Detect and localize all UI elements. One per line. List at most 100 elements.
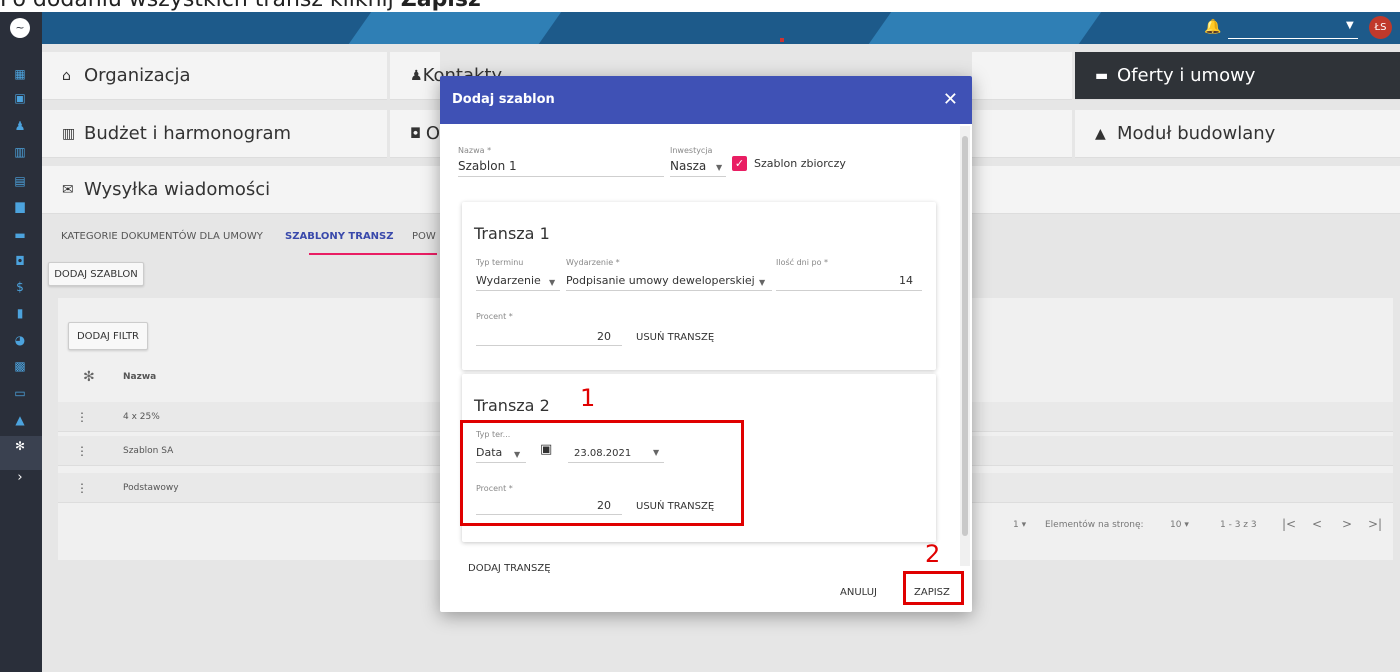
tile-organizacja[interactable]: ⌂ Organizacja [42, 52, 387, 100]
tile-label: Budżet i harmonogram [84, 123, 292, 144]
event-underline [566, 290, 772, 291]
top-bar: 🔔 ▼ ŁS [0, 12, 1400, 44]
tile-label: Oferty i umowy [1117, 65, 1256, 86]
folder-icon[interactable]: ▬ [13, 229, 27, 241]
pie-chart-icon[interactable]: ◕ [13, 334, 27, 346]
header-band [348, 12, 562, 44]
avatar[interactable]: ŁS [1369, 16, 1392, 39]
dollar-icon[interactable]: $ [13, 281, 27, 293]
gear-icon[interactable]: ✻ [13, 440, 27, 452]
days-after-input[interactable]: 14 [899, 274, 913, 287]
tile-label: Organizacja [84, 65, 191, 86]
more-vertical-icon[interactable]: ⋮ [76, 444, 88, 458]
scrollbar-thumb[interactable] [962, 136, 968, 536]
chevron-down-icon[interactable]: ▼ [716, 163, 722, 172]
last-page-icon[interactable]: >| [1368, 517, 1382, 531]
chevron-down-icon[interactable]: ▼ [1346, 20, 1354, 31]
add-template-button[interactable]: DODAJ SZABLON [48, 262, 144, 286]
tile-label: Moduł budowlany [1117, 123, 1276, 144]
project-select[interactable] [1228, 38, 1358, 39]
collective-checkbox[interactable]: ✓ [732, 156, 747, 171]
card-icon[interactable]: ▭ [13, 387, 27, 399]
term-type-label: Typ terminu [476, 258, 524, 267]
home-icon: ⌂ [62, 67, 71, 84]
instruction-caption: Po dodaniu wszystkich transz kliknij Zap… [0, 0, 1400, 12]
per-page-label: Elementów na stronę: [1045, 520, 1144, 530]
tile-budzet[interactable]: ▥ Budżet i harmonogram [42, 110, 387, 158]
add-filter-button[interactable]: DODAJ FILTR [68, 322, 148, 350]
more-vertical-icon[interactable]: ⋮ [76, 481, 88, 495]
tranche-1-card: Transza 1 Typ terminu Wydarzenie ▼ Wydar… [462, 202, 936, 370]
collective-label: Szablon zbiorczy [754, 157, 846, 170]
per-page-select[interactable]: 10 ▾ [1170, 520, 1189, 530]
pager-per-page: 10 [1170, 520, 1182, 530]
column-header-name[interactable]: Nazwa [123, 372, 156, 382]
event-label: Wydarzenie * [566, 258, 620, 267]
page-number-select[interactable]: 1 ▾ [1013, 520, 1026, 530]
subtabs: KATEGORIE DOKUMENTÓW DLA UMOWY SZABLONY … [42, 215, 462, 255]
tab-underline [309, 253, 437, 255]
tile-label: Wysyłka wiadomości [84, 179, 271, 200]
building-icon[interactable]: ▥ [13, 146, 27, 158]
tile-produkty[interactable] [972, 52, 1072, 100]
tile-partial[interactable]: ◘ O [390, 110, 440, 158]
days-after-underline [776, 290, 922, 291]
prev-page-icon[interactable]: < [1312, 517, 1322, 531]
gear-icon[interactable]: ✻ [83, 369, 95, 385]
cancel-button[interactable]: ANULUJ [840, 587, 877, 598]
warning-icon: ▲ [1095, 125, 1106, 142]
tile-wysylka[interactable]: ✉ Wysyłka wiadomości [42, 166, 440, 214]
next-page-icon[interactable]: > [1342, 517, 1352, 531]
warning-icon[interactable]: ▲ [13, 414, 27, 426]
name-input[interactable]: Szablon 1 [458, 159, 517, 173]
tab-kategorie[interactable]: KATEGORIE DOKUMENTÓW DLA UMOWY [61, 231, 263, 242]
tile-hidden[interactable] [972, 110, 1072, 158]
highlight-box-save [903, 571, 964, 605]
header-band [868, 12, 1102, 44]
caption-prefix: Po dodaniu wszystkich transz kliknij [0, 0, 401, 12]
bell-icon[interactable]: 🔔 [1204, 19, 1221, 35]
investment-select[interactable]: Nasza [670, 159, 706, 173]
percent-input[interactable]: 20 [597, 330, 611, 343]
bar-chart-icon[interactable]: ▩ [13, 360, 27, 372]
chevron-right-icon[interactable]: › [13, 471, 27, 484]
users-icon[interactable]: ♟ [13, 120, 27, 132]
logo-icon[interactable]: ~ [10, 18, 30, 38]
user-icon: ♟ [410, 67, 423, 84]
pager-range: 1 - 3 z 3 [1220, 520, 1257, 530]
briefcase-icon[interactable]: ▆ [13, 200, 27, 212]
tile-oferty[interactable]: ▬ Oferty i umowy [1075, 52, 1400, 100]
row-name: 4 x 25% [123, 412, 160, 422]
tile-kontakty[interactable]: ♟Kontakty [390, 52, 502, 100]
close-icon[interactable]: ✕ [943, 89, 958, 110]
file-icon[interactable]: ▮ [13, 307, 27, 319]
annotation-number: 1 [580, 384, 596, 412]
remove-tranche-button[interactable]: USUŃ TRANSZĘ [636, 332, 714, 343]
first-page-icon[interactable]: |< [1282, 517, 1296, 531]
name-label: Nazwa * [458, 146, 492, 155]
term-type-underline [476, 290, 560, 291]
dashboard-icon[interactable]: ▦ [13, 68, 27, 80]
inbox-icon[interactable]: ◘ [13, 255, 27, 267]
tile-empty [972, 166, 1400, 214]
term-type-select[interactable]: Wydarzenie [476, 274, 541, 287]
annotation-number: 2 [925, 540, 941, 568]
chevron-down-icon[interactable]: ▼ [549, 278, 555, 287]
store-icon[interactable]: ▤ [13, 175, 27, 187]
add-tranche-button[interactable]: DODAJ TRANSZĘ [468, 563, 551, 574]
more-vertical-icon[interactable]: ⋮ [76, 410, 88, 424]
days-after-label: Ilość dni po * [776, 258, 829, 267]
dialog-scrollbar[interactable] [960, 126, 970, 566]
tranche-1-title: Transza 1 [474, 224, 550, 243]
calendar-icon[interactable]: ▣ [13, 92, 27, 104]
tab-szablony[interactable]: SZABLONY TRANSZ [285, 231, 394, 242]
caption-bold: Zapisz [401, 0, 481, 12]
dialog-header: Dodaj szablon ✕ [440, 76, 972, 124]
name-underline [458, 176, 664, 177]
event-select[interactable]: Podpisanie umowy deweloperskiej [566, 274, 755, 287]
investment-underline [670, 176, 726, 177]
add-template-dialog: Dodaj szablon ✕ Nazwa * Szablon 1 Inwest… [440, 76, 972, 612]
tile-modul[interactable]: ▲ Moduł budowlany [1075, 110, 1400, 158]
tab-pow[interactable]: POW [412, 231, 436, 242]
chevron-down-icon[interactable]: ▼ [759, 278, 765, 287]
